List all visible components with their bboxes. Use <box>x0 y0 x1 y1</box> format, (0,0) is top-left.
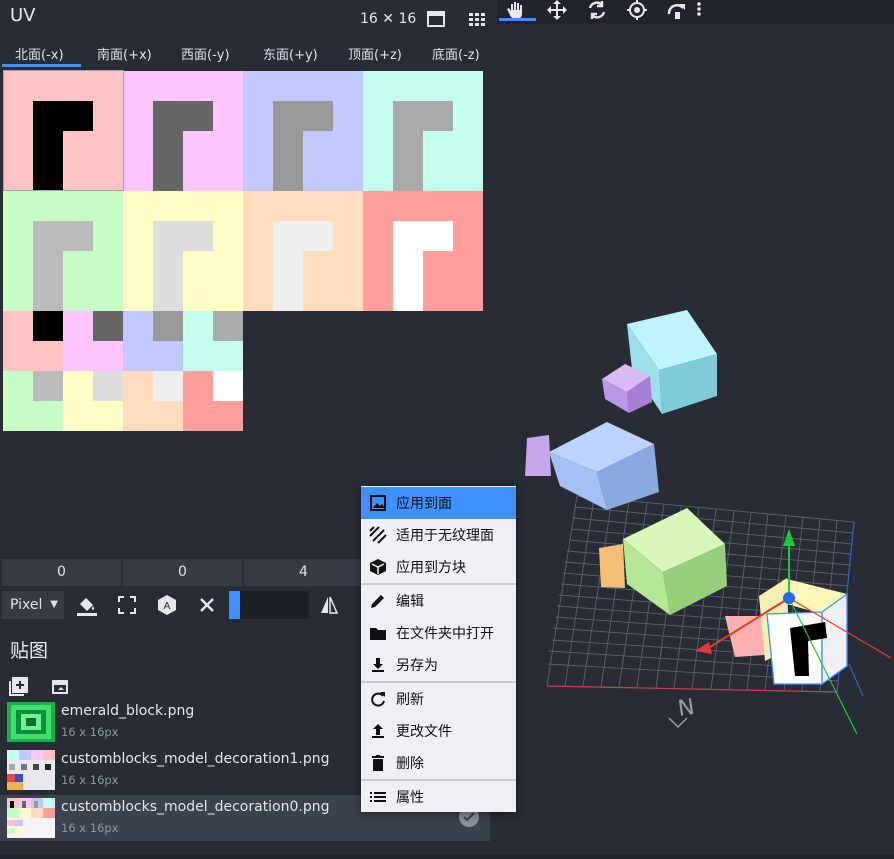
list-icon <box>369 788 387 806</box>
grid-view-icon[interactable] <box>466 8 488 30</box>
hand-icon[interactable] <box>505 0 529 20</box>
pivot-icon[interactable] <box>625 0 649 20</box>
texture-size: 16 x 16px <box>61 773 119 787</box>
slider-fill <box>229 591 240 619</box>
menu-apply-to-untextured[interactable]: 适用于无纹理面 <box>361 519 516 551</box>
viewport-toolbar <box>497 0 894 24</box>
rotate-icon[interactable] <box>585 0 609 20</box>
mode-select-label: Pixel <box>10 597 43 613</box>
uv-tile <box>3 311 63 371</box>
uv-tile <box>3 191 123 311</box>
import-texture-icon[interactable] <box>49 675 71 697</box>
maximize-icon[interactable] <box>115 593 139 617</box>
menu-edit[interactable]: 编辑 <box>361 585 516 617</box>
texture-thumbnail <box>7 750 55 790</box>
uv-size-label[interactable]: 16 ✕ 16 <box>360 11 416 27</box>
texture-context-menu: 应用到面 适用于无纹理面 应用到方块 编辑 在文件夹中打开 另存为 刷新 更改文… <box>361 486 516 812</box>
folder-icon <box>369 624 387 642</box>
uv-tile <box>123 71 243 191</box>
texture-size: 16 x 16px <box>61 821 119 835</box>
uv-tile <box>63 311 123 371</box>
fullscreen-window-icon[interactable] <box>425 8 447 30</box>
image-icon <box>369 494 387 512</box>
pencil-icon <box>369 592 387 610</box>
download-icon <box>369 656 387 674</box>
menu-label: 属性 <box>396 790 424 806</box>
active-tool-indicator <box>499 18 536 21</box>
textures-title: 贴图 <box>10 640 49 662</box>
face-tabs: 北面(-x) 南面(+x) 西面(-y) 东面(+y) 顶面(+z) 底面(-z… <box>0 38 497 66</box>
uv-tile <box>363 71 483 191</box>
chevron-down-icon: ▼ <box>50 599 58 610</box>
texture-thumbnail <box>7 798 55 838</box>
close-icon[interactable] <box>195 593 219 617</box>
uv-tile <box>3 371 63 431</box>
uv-tile <box>123 371 183 431</box>
uv-tile <box>243 71 363 191</box>
mode-select[interactable]: Pixel ▼ <box>2 591 64 619</box>
tab-south[interactable]: 南面(+x) <box>97 44 152 63</box>
uv-input-x[interactable]: 0 <box>2 559 121 586</box>
scene-render: N <box>525 310 892 735</box>
uv-panel-title: UV <box>10 5 36 26</box>
menu-apply-to-cube[interactable]: 应用到方块 <box>361 551 516 583</box>
uv-input-w[interactable]: 4 <box>244 559 363 586</box>
uv-tile <box>183 311 243 371</box>
menu-label: 编辑 <box>396 594 424 610</box>
vertex-snap-icon[interactable] <box>665 0 689 20</box>
uv-tile <box>123 311 183 371</box>
rotation-slider[interactable] <box>229 591 309 619</box>
paint-bucket-icon[interactable] <box>75 593 99 617</box>
more-options-icon[interactable] <box>693 0 705 20</box>
svg-text:A: A <box>164 601 171 612</box>
hatch-icon <box>369 526 387 544</box>
uv-tile <box>363 191 483 311</box>
trash-icon <box>369 754 387 772</box>
uv-tile <box>123 191 243 311</box>
uv-tile <box>243 191 363 311</box>
tab-bottom[interactable]: 底面(-z) <box>432 44 480 63</box>
uv-input-y[interactable]: 0 <box>123 559 242 586</box>
tab-north[interactable]: 北面(-x) <box>15 44 64 63</box>
menu-open-in-folder[interactable]: 在文件夹中打开 <box>361 617 516 649</box>
uv-tile <box>183 371 243 431</box>
tab-west[interactable]: 西面(-y) <box>181 44 230 63</box>
tab-east[interactable]: 东面(+y) <box>263 44 318 63</box>
menu-label: 适用于无纹理面 <box>396 528 494 544</box>
menu-label: 更改文件 <box>396 724 452 740</box>
texture-name: emerald_block.png <box>61 703 195 719</box>
refresh-icon <box>369 690 387 708</box>
tab-top[interactable]: 顶面(+z) <box>348 44 402 63</box>
menu-properties[interactable]: 属性 <box>361 781 516 813</box>
menu-refresh[interactable]: 刷新 <box>361 683 516 715</box>
upload-icon <box>369 722 387 740</box>
menu-label: 刷新 <box>396 692 424 708</box>
menu-label: 应用到方块 <box>396 560 466 576</box>
menu-delete[interactable]: 删除 <box>361 747 516 779</box>
mirror-icon[interactable] <box>317 593 341 617</box>
menu-save-as[interactable]: 另存为 <box>361 649 516 681</box>
uv-tile <box>63 371 123 431</box>
texture-thumbnail <box>7 702 55 742</box>
3d-viewport[interactable]: N <box>497 24 894 855</box>
texture-name: customblocks_model_decoration0.png <box>61 799 330 815</box>
cube-icon <box>369 558 387 576</box>
active-tab-indicator <box>2 64 81 67</box>
menu-label: 另存为 <box>396 658 438 674</box>
texture-name: customblocks_model_decoration1.png <box>61 751 330 767</box>
auto-uv-icon[interactable]: A <box>155 593 179 617</box>
menu-label: 应用到面 <box>396 496 452 512</box>
texture-size: 16 x 16px <box>61 725 119 739</box>
menu-change-file[interactable]: 更改文件 <box>361 715 516 747</box>
menu-label: 删除 <box>396 756 424 772</box>
uv-selection-box[interactable] <box>3 70 124 191</box>
menu-apply-to-face[interactable]: 应用到面 <box>361 487 516 519</box>
move-icon[interactable] <box>545 0 569 20</box>
menu-label: 在文件夹中打开 <box>396 626 494 642</box>
add-texture-icon[interactable] <box>8 675 30 697</box>
